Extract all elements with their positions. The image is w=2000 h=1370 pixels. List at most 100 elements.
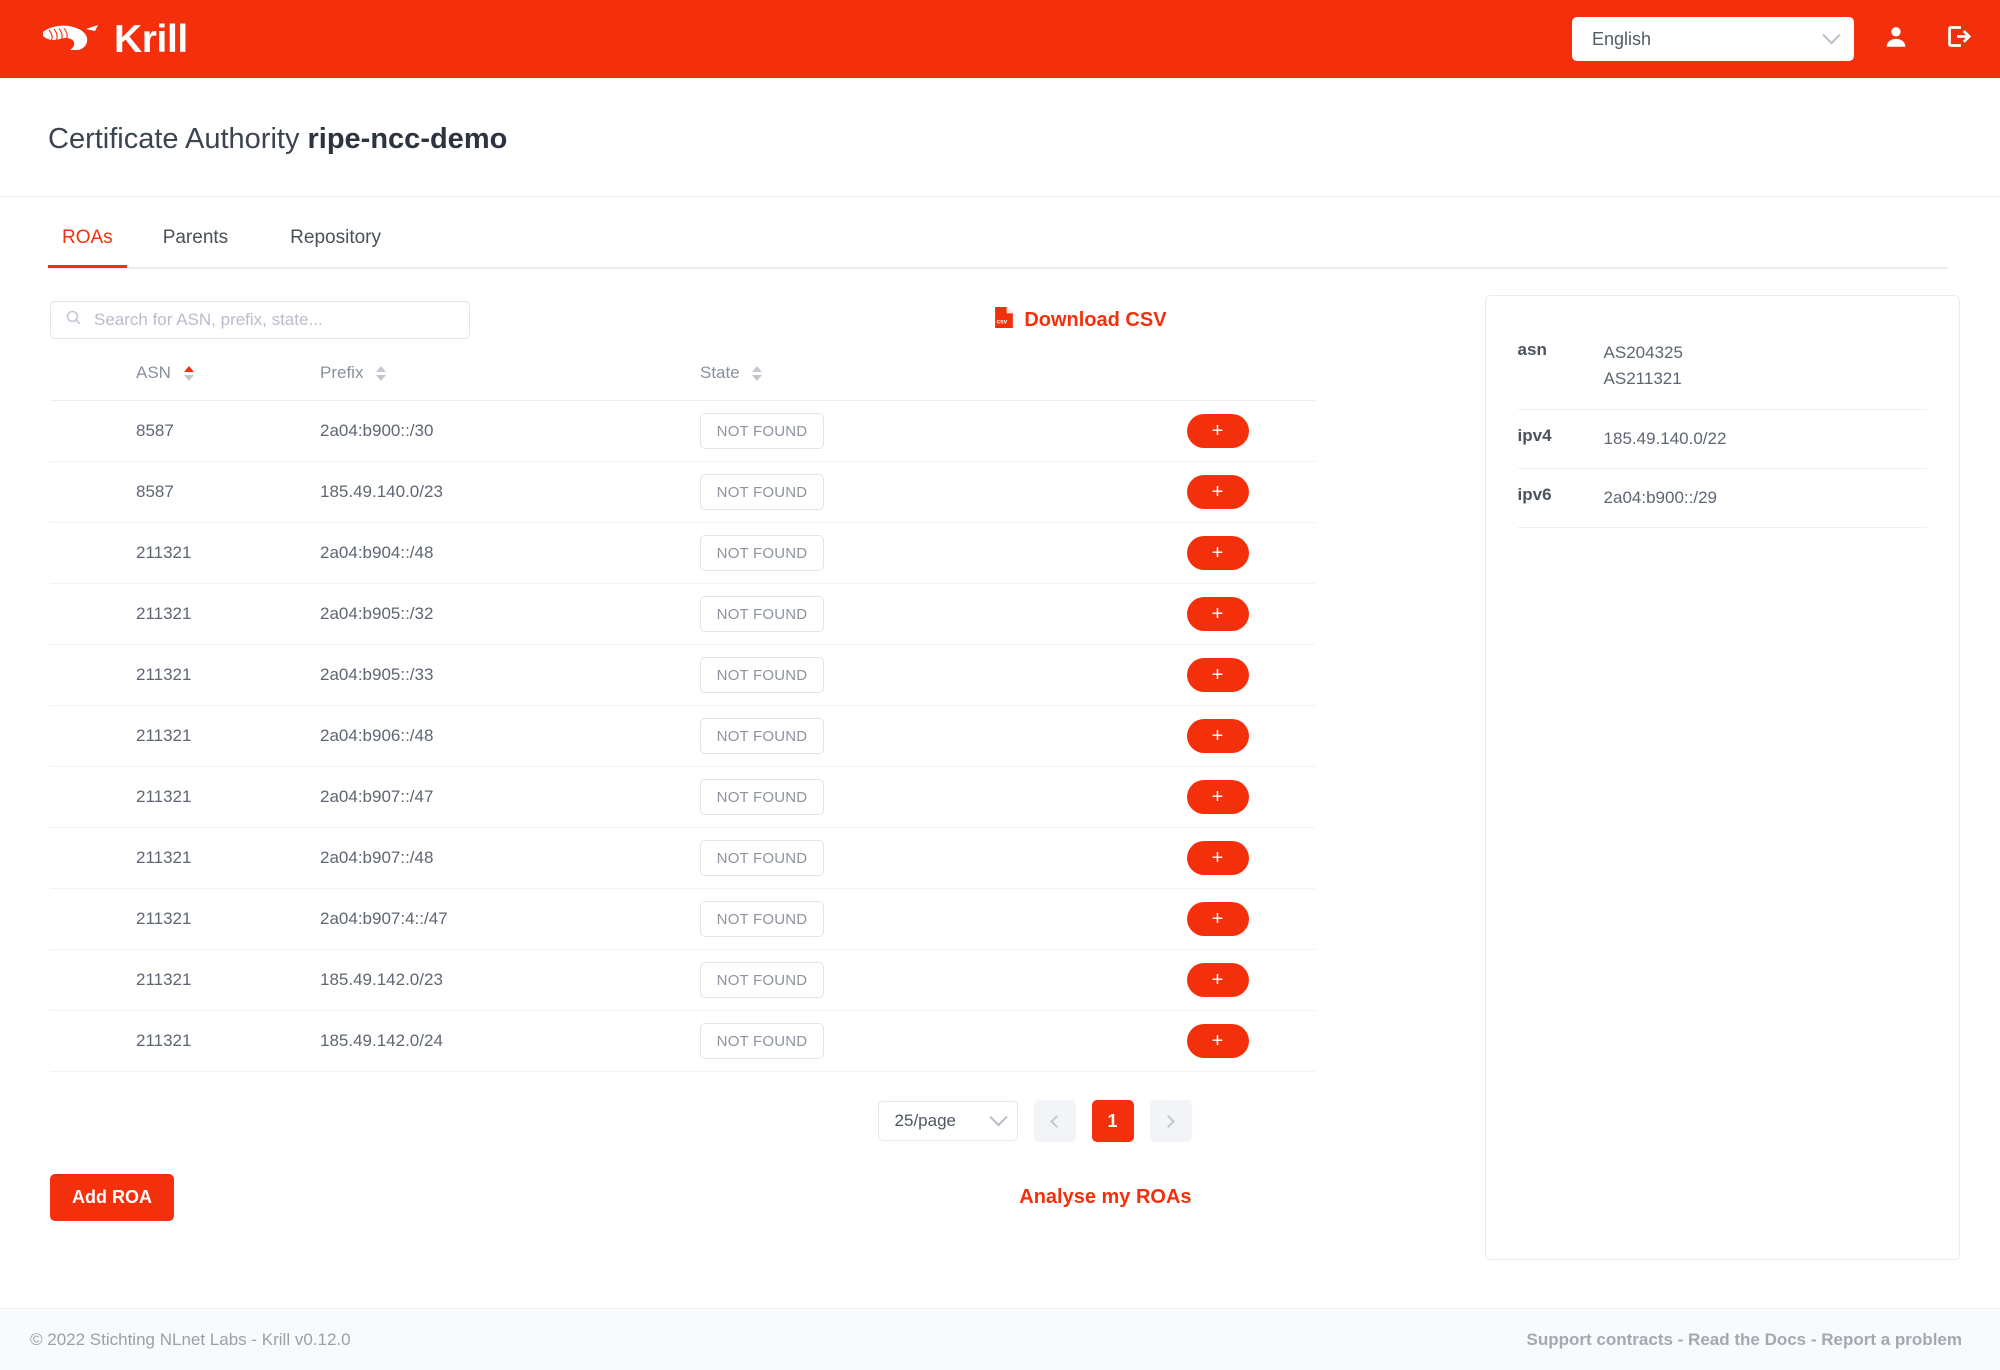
add-roa-button[interactable]: Add ROA xyxy=(50,1174,174,1221)
add-row-button[interactable]: + xyxy=(1186,963,1249,997)
krill-logo-icon xyxy=(40,19,102,60)
add-row-button[interactable]: + xyxy=(1186,902,1249,936)
tab-roas[interactable]: ROAs xyxy=(48,227,127,268)
add-row-button[interactable]: + xyxy=(1186,536,1249,570)
account-button[interactable] xyxy=(1876,19,1916,59)
column-header-asn[interactable]: ASN xyxy=(50,363,320,383)
search-icon xyxy=(65,309,82,331)
resource-key: ipv4 xyxy=(1517,425,1552,445)
cell-state: NOT FOUND xyxy=(700,413,1120,449)
cell-action: + xyxy=(1120,780,1315,814)
logout-icon xyxy=(1945,23,1972,55)
per-page-value: 25/page xyxy=(894,1111,956,1130)
svg-text:csv: csv xyxy=(997,318,1008,325)
add-row-button[interactable]: + xyxy=(1186,841,1249,875)
cell-asn: 211321 xyxy=(136,848,192,867)
footer-link-support[interactable]: Support contracts xyxy=(1527,1330,1673,1349)
cell-asn: 211321 xyxy=(136,543,192,562)
resource-row: asn AS204325 AS211321 xyxy=(1517,324,1927,410)
roa-table: ASN Prefix State 8587 2a04:b900::/30 NOT… xyxy=(50,345,1315,1072)
column-header-state[interactable]: State xyxy=(700,363,1120,383)
table-row: 211321 185.49.142.0/24 NOT FOUND + xyxy=(50,1011,1315,1072)
per-page-select[interactable]: 25/page xyxy=(877,1101,1018,1141)
resource-row: ipv6 2a04:b900::/29 xyxy=(1517,469,1927,529)
sort-desc-icon xyxy=(752,374,763,381)
cell-action: + xyxy=(1120,658,1315,692)
cell-prefix: 2a04:b900::/30 xyxy=(320,421,434,440)
resource-value: 185.49.140.0/22 xyxy=(1603,428,1727,448)
add-row-button[interactable]: + xyxy=(1186,780,1249,814)
tab-repository[interactable]: Repository xyxy=(264,227,407,267)
cell-action: + xyxy=(1120,902,1315,936)
download-csv-button[interactable]: csv Download CSV xyxy=(994,306,1167,335)
cell-prefix: 185.49.142.0/24 xyxy=(320,1031,443,1050)
pagination-page-1[interactable]: 1 xyxy=(1091,1100,1134,1142)
sort-desc-icon xyxy=(376,374,387,381)
add-row-button[interactable]: + xyxy=(1186,719,1249,753)
table-row: 211321 2a04:b905::/33 NOT FOUND + xyxy=(50,645,1315,706)
chevron-down-icon xyxy=(1822,25,1841,44)
table-row: 8587 185.49.140.0/23 NOT FOUND + xyxy=(50,462,1315,523)
add-row-button[interactable]: + xyxy=(1186,1024,1249,1058)
analyse-my-roas-link[interactable]: Analyse my ROAs xyxy=(1019,1186,1191,1209)
cell-prefix: 2a04:b904::/48 xyxy=(320,543,434,562)
chevron-down-icon xyxy=(988,1107,1008,1126)
tab-parents-label: Parents xyxy=(162,227,229,248)
footer-link-report[interactable]: Report a problem xyxy=(1821,1330,1962,1349)
table-row: 211321 2a04:b907::/47 NOT FOUND + xyxy=(50,767,1315,828)
cell-prefix: 2a04:b907::/48 xyxy=(320,848,434,867)
status-badge: NOT FOUND xyxy=(700,962,824,998)
status-badge: NOT FOUND xyxy=(700,474,824,510)
cell-prefix: 2a04:b905::/33 xyxy=(320,665,434,684)
sort-toggle-asn-icon[interactable] xyxy=(183,365,194,381)
page-title-prefix: Certificate Authority xyxy=(48,123,308,155)
cell-prefix: 185.49.142.0/23 xyxy=(320,970,443,989)
cell-state: NOT FOUND xyxy=(700,779,1120,815)
status-badge: NOT FOUND xyxy=(700,413,824,449)
cell-asn: 211321 xyxy=(136,604,192,623)
cell-asn: 211321 xyxy=(136,909,192,928)
resource-row: ipv4 185.49.140.0/22 xyxy=(1517,410,1927,470)
page-body: Certificate Authority ripe-ncc-demo ROAs… xyxy=(0,78,2000,1370)
status-badge: NOT FOUND xyxy=(700,657,824,693)
add-row-button[interactable]: + xyxy=(1186,597,1249,631)
language-select[interactable]: English xyxy=(1572,17,1854,61)
search-input[interactable] xyxy=(94,310,455,330)
cell-action: + xyxy=(1120,475,1315,509)
sort-asc-icon xyxy=(183,365,194,372)
app-header: Krill English xyxy=(0,0,2000,78)
brand-logo[interactable]: Krill xyxy=(40,19,188,60)
add-row-button[interactable]: + xyxy=(1186,414,1249,448)
roa-toolbar: csv Download CSV xyxy=(40,295,1447,345)
cell-action: + xyxy=(1120,1024,1315,1058)
cell-prefix: 2a04:b905::/32 xyxy=(320,604,434,623)
add-row-button[interactable]: + xyxy=(1186,658,1249,692)
table-header-row: ASN Prefix State xyxy=(50,345,1315,401)
tab-parents[interactable]: Parents xyxy=(137,227,254,267)
cell-prefix: 2a04:b906::/48 xyxy=(320,726,434,745)
search-box[interactable] xyxy=(50,301,470,339)
pagination-next-button[interactable] xyxy=(1149,1100,1192,1142)
add-row-button[interactable]: + xyxy=(1186,475,1249,509)
table-row: 211321 2a04:b904::/48 NOT FOUND + xyxy=(50,523,1315,584)
sort-toggle-state-icon[interactable] xyxy=(752,365,763,381)
cell-state: NOT FOUND xyxy=(700,840,1120,876)
resources-card: asn AS204325 AS211321 ipv4 185.49.140.0/22 ip… xyxy=(1484,295,1960,1260)
cell-state: NOT FOUND xyxy=(700,901,1120,937)
logout-button[interactable] xyxy=(1938,19,1978,59)
status-badge: NOT FOUND xyxy=(700,1023,824,1059)
cell-action: + xyxy=(1120,597,1315,631)
table-row: 211321 2a04:b906::/48 NOT FOUND + xyxy=(50,706,1315,767)
sort-toggle-prefix-icon[interactable] xyxy=(376,365,387,381)
cell-action: + xyxy=(1120,536,1315,570)
cell-asn: 211321 xyxy=(136,1031,192,1050)
table-row: 211321 185.49.142.0/23 NOT FOUND + xyxy=(50,950,1315,1011)
page-title-ca-name: ripe-ncc-demo xyxy=(307,123,508,155)
pagination-prev-button[interactable] xyxy=(1033,1100,1076,1142)
footer-link-docs[interactable]: Read the Docs xyxy=(1688,1330,1806,1349)
sort-asc-icon xyxy=(752,365,763,372)
table-body: 8587 2a04:b900::/30 NOT FOUND +8587 185.49.1… xyxy=(50,401,1315,1072)
column-header-prefix[interactable]: Prefix xyxy=(320,363,700,383)
cell-prefix: 185.49.140.0/23 xyxy=(320,482,443,501)
cell-action: + xyxy=(1120,719,1315,753)
